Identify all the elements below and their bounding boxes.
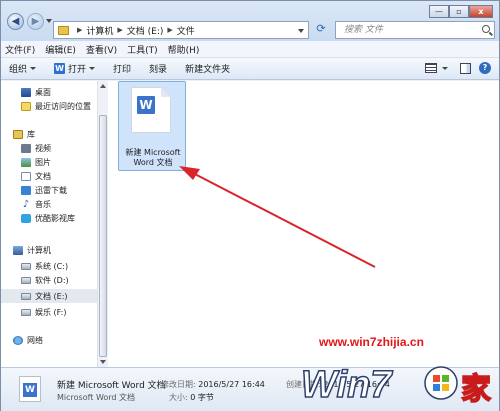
explorer-window: ◀ ▶ ▶ 计算机 ▶ 文档 (E:) ▶ 文件 ⟳ 搜索 文件 — ▫ x 文… — [0, 0, 500, 411]
details-file-icon: W — [19, 376, 41, 402]
details-size: 大小: 0 字节 — [169, 392, 214, 403]
size-key: 大小: — [169, 393, 188, 402]
details-modified: 修改日期: 2016/5/27 16:44 — [161, 379, 265, 390]
modified-key: 修改日期: — [161, 380, 196, 389]
windows-flag-blue — [433, 384, 440, 391]
size-value: 0 字节 — [190, 393, 214, 402]
arrow-shaft — [188, 170, 376, 268]
windows-flag-yellow — [442, 384, 449, 391]
details-file-type: Microsoft Word 文档 — [57, 393, 136, 402]
windows-flag-red — [433, 375, 440, 382]
windows-logo-icon — [424, 366, 458, 400]
modified-value: 2016/5/27 16:44 — [198, 380, 265, 389]
details-file-name: 新建 Microsoft Word 文档 — [57, 381, 166, 391]
watermark-logo-suffix: 家 — [461, 372, 491, 407]
arrow-head — [179, 166, 200, 180]
watermark-logo: Win7 家 — [301, 363, 492, 408]
annotation-arrow-icon — [179, 166, 376, 268]
windows-flag-green — [442, 375, 449, 382]
watermark-url: www.win7zhijia.cn — [319, 335, 424, 349]
wps-word-badge-icon: W — [23, 383, 37, 397]
watermark-logo-text: Win7 — [301, 364, 393, 406]
